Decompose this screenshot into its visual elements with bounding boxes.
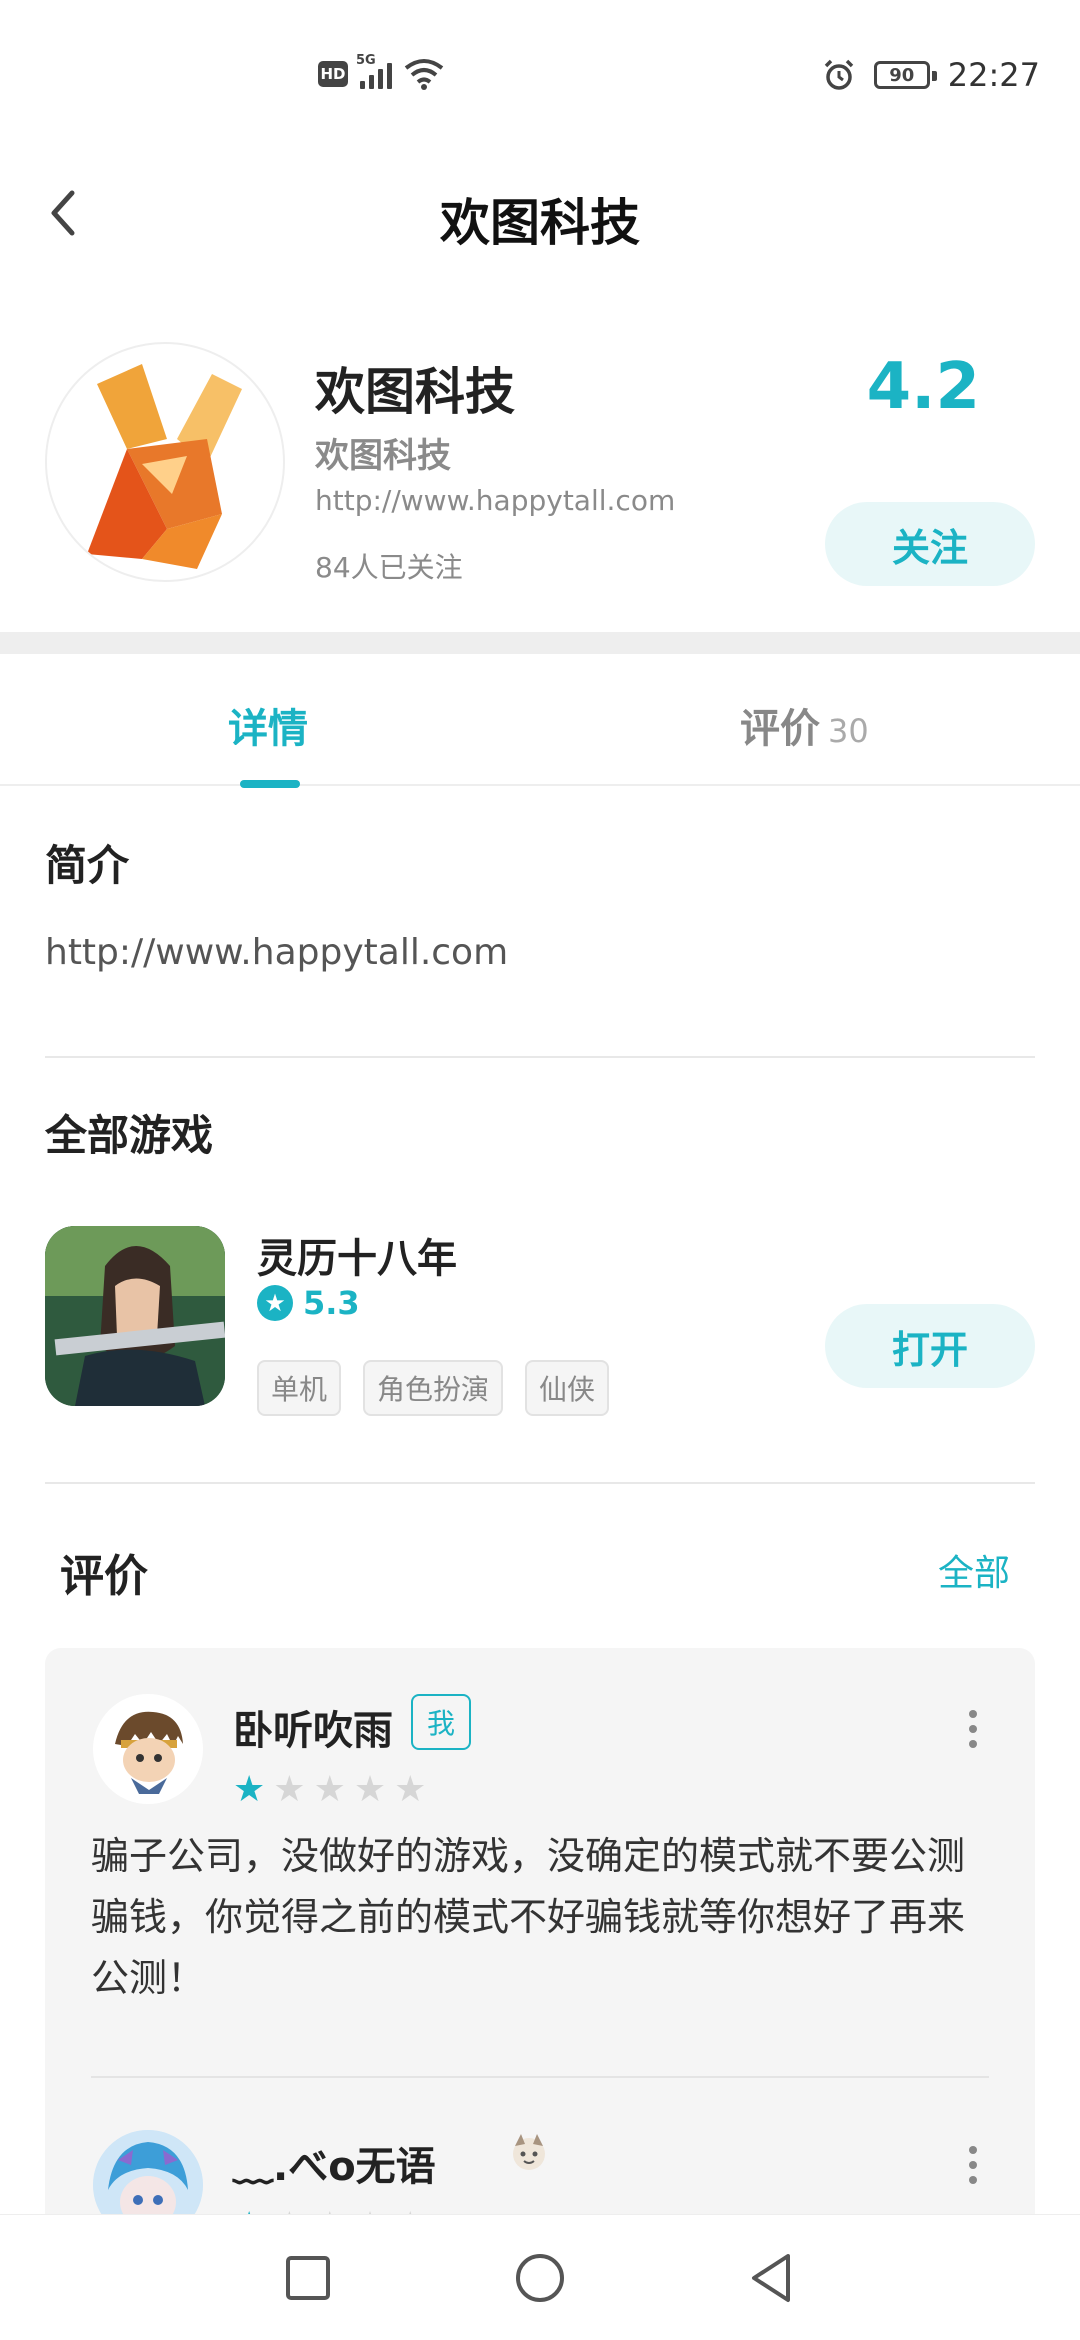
game-tag: 单机 (257, 1360, 342, 1416)
follower-count: 84人已关注 (315, 551, 463, 584)
wifi-icon (404, 59, 444, 90)
game-icon[interactable] (45, 1226, 225, 1406)
game-tag: 角色扮演 (363, 1360, 504, 1416)
status-left-icons: HD 5G (318, 53, 444, 90)
publisher-subtitle: 欢图科技 (315, 436, 451, 476)
star-icon: ★ (394, 1769, 427, 1810)
publisher-url[interactable]: http://www.happytall.com (315, 484, 675, 517)
star-icon: ★ (273, 1769, 306, 1810)
review-username[interactable]: 卧听吹雨 (233, 1698, 393, 1756)
game-name[interactable]: 灵历十八年 (257, 1226, 457, 1284)
tab-details[interactable]: 详情 (228, 696, 308, 754)
tab-reviews[interactable]: 评价 30 (740, 696, 869, 754)
status-bar: HD 5G 90 22:27 (0, 0, 1080, 120)
recents-icon[interactable] (278, 2248, 338, 2308)
game-score: 5.3 (303, 1284, 360, 1322)
me-badge: 我 (411, 1694, 471, 1750)
star-icon: ★ (313, 1769, 346, 1810)
reviews-all-link[interactable]: 全部 (938, 1544, 1010, 1596)
top-bar: 欢图科技 (0, 165, 1080, 265)
review-stars: ★ ★ ★ ★ ★ (233, 1772, 426, 1808)
intro-text: http://www.happytall.com (45, 932, 509, 973)
status-time: 22:27 (947, 56, 1040, 94)
game-tag: 仙侠 (525, 1360, 610, 1416)
signal-icon: 5G (356, 53, 392, 89)
tab-reviews-count: 30 (828, 712, 869, 750)
open-game-button[interactable]: 打开 (825, 1304, 1035, 1388)
divider (45, 1482, 1035, 1484)
battery-icon: 90 (873, 61, 937, 89)
reviews-heading: 评价 (60, 1551, 148, 1602)
divider (91, 2076, 989, 2078)
more-options-icon[interactable] (967, 1710, 979, 1748)
star-icon: ★ (233, 1769, 266, 1810)
publisher-logo (45, 342, 285, 582)
star-icon: ★ (257, 1285, 293, 1321)
page-title: 欢图科技 (440, 194, 640, 252)
game-tags: 单机 角色扮演 仙侠 (257, 1360, 610, 1416)
games-heading: 全部游戏 (45, 1111, 214, 1160)
intro-heading: 简介 (45, 841, 130, 890)
back-icon[interactable] (742, 2248, 802, 2308)
system-nav-bar (0, 2214, 1080, 2340)
alarm-icon (824, 59, 854, 90)
game-rating: ★ 5.3 (257, 1284, 360, 1322)
more-options-icon[interactable] (967, 2146, 979, 2184)
section-divider (0, 632, 1080, 654)
publisher-rating: 4.2 (866, 350, 980, 424)
tab-reviews-label: 评价 (740, 706, 820, 752)
review-text: 骗子公司，没做好的游戏，没确定的模式就不要公测骗钱，你觉得之前的模式不好骗钱就等… (91, 1834, 966, 2000)
badge-icon (513, 2134, 545, 2170)
tab-indicator (240, 780, 300, 788)
review-username[interactable]: ﹏.べo无语 (233, 2134, 436, 2192)
divider (45, 1056, 1035, 1058)
tab-bar: 详情 评价 30 (0, 654, 1080, 788)
home-icon[interactable] (510, 2248, 570, 2308)
status-right-icons: 90 22:27 (822, 56, 1040, 94)
follow-button[interactable]: 关注 (825, 502, 1035, 586)
star-icon: ★ (353, 1769, 387, 1810)
hd-icon: HD (318, 61, 348, 87)
avatar[interactable] (93, 1694, 203, 1804)
publisher-name: 欢图科技 (315, 363, 515, 421)
